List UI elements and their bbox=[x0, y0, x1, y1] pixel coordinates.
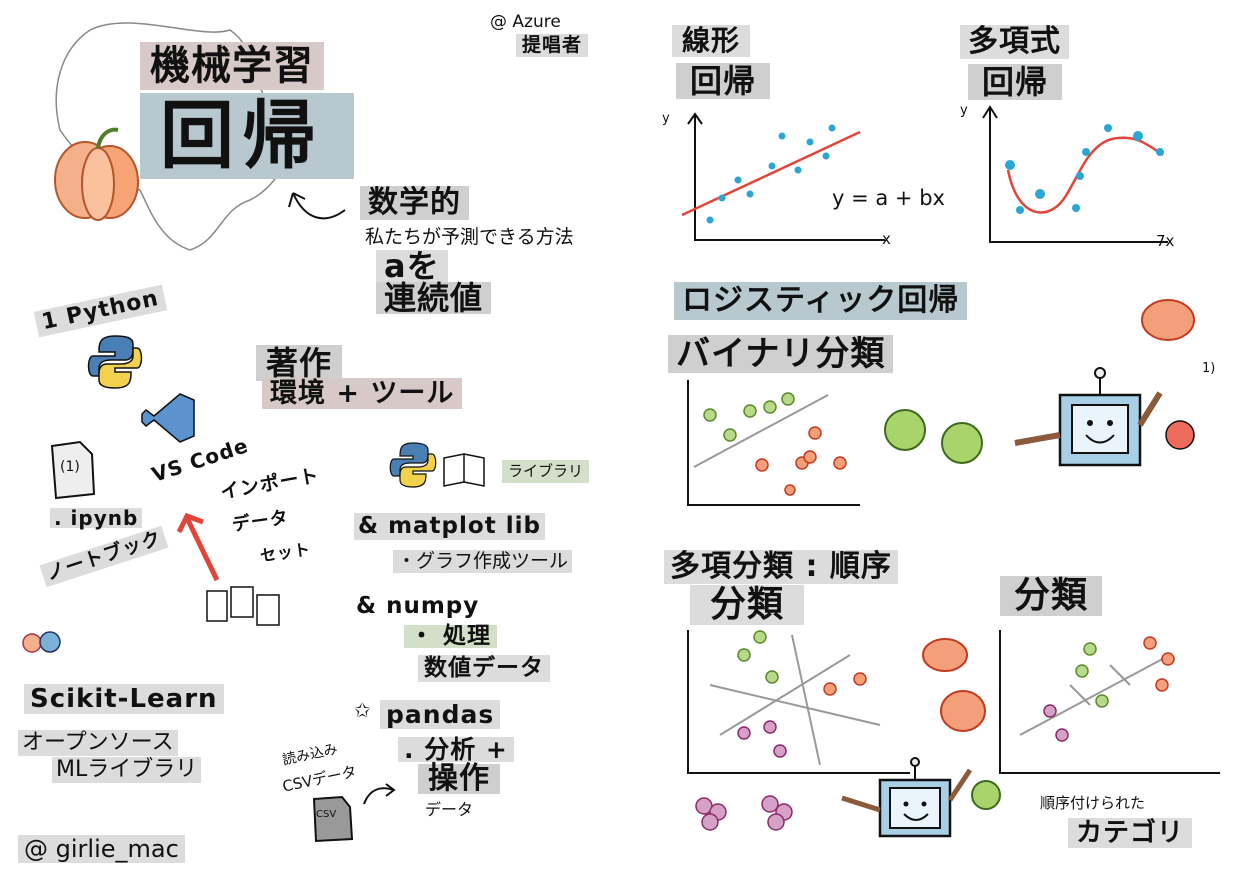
environment-title: 著作 bbox=[256, 345, 343, 381]
up-arrow-icon bbox=[176, 512, 220, 582]
numpy-label: & numpy bbox=[356, 593, 480, 619]
linear-title1: 線形 bbox=[672, 25, 751, 57]
linear-axis-y: y bbox=[662, 111, 670, 126]
ordinal-label1: 順序付けられた bbox=[1040, 794, 1146, 812]
linear-axis-x: x bbox=[882, 230, 891, 248]
polynomial-title1: 多項式 bbox=[960, 25, 1069, 59]
polynomial-axis-x: 7x bbox=[1156, 232, 1175, 250]
multiclass-title: 多項分類 : 順序 bbox=[664, 550, 898, 584]
definition-line3: aを bbox=[376, 250, 448, 282]
robot-icon bbox=[1014, 367, 1195, 467]
book-icon bbox=[443, 453, 485, 487]
pumpkin-small-icon bbox=[1141, 299, 1195, 341]
csv-data-label: CSVデータ bbox=[280, 762, 359, 796]
page-title: 回帰 bbox=[140, 93, 354, 179]
page-subtitle: 機械学習 bbox=[140, 42, 324, 90]
star-icon: ✩ bbox=[354, 698, 371, 722]
notebook-label: ノートブック bbox=[39, 525, 169, 588]
azure-credit: @ Azure bbox=[490, 12, 561, 32]
curved-arrow-icon bbox=[363, 783, 396, 805]
apples-illustration bbox=[884, 409, 983, 464]
definition-line1: 数学的 bbox=[360, 186, 469, 220]
logistic-title: ロジスティック回帰 bbox=[674, 282, 968, 320]
notebook-number: (1) bbox=[60, 459, 80, 475]
csv-icon-text: CSV bbox=[316, 809, 337, 820]
logistic-note: 1) bbox=[1202, 361, 1216, 376]
import-line3: セット bbox=[258, 539, 313, 566]
logistic-binary: バイナリ分類 bbox=[668, 335, 894, 373]
definition-line2: 私たちが予測できる方法 bbox=[365, 226, 574, 248]
scikit-logo-icon bbox=[22, 631, 61, 653]
library-python-icon bbox=[389, 442, 437, 488]
polynomial-axis-y: y bbox=[960, 103, 968, 118]
csv-file-icon bbox=[312, 795, 354, 843]
numpy-description1: ・ 処理 bbox=[404, 625, 498, 648]
ordinal-chart bbox=[999, 630, 1220, 774]
scikit-description2: MLライブラリ bbox=[52, 757, 202, 783]
pandas-label: pandas bbox=[380, 700, 501, 729]
multiclass-subtitle: 分類 bbox=[690, 585, 805, 625]
vscode-logo-icon bbox=[141, 393, 195, 443]
library-label: ライブラリ bbox=[502, 460, 590, 483]
python-label: 1 Python bbox=[33, 284, 168, 338]
matplotlib-label: & matplot lib bbox=[354, 513, 545, 540]
definition-line4: 連続値 bbox=[376, 282, 492, 314]
binary-classification-chart bbox=[687, 380, 860, 506]
pandas-description3: データ bbox=[425, 800, 474, 819]
notebook-extension: . ipynb bbox=[50, 508, 143, 528]
azure-credit-role: 提唱者 bbox=[516, 34, 589, 57]
arrow-icon bbox=[288, 192, 346, 220]
linear-formula: y = a + bx bbox=[832, 186, 945, 210]
polynomial-regression-chart bbox=[982, 105, 1168, 243]
linear-regression-chart bbox=[681, 112, 885, 241]
scikit-learn-label: Scikit-Learn bbox=[24, 684, 224, 714]
import-line2: データ bbox=[230, 507, 291, 536]
pandas-description1: . 分析 + bbox=[398, 737, 514, 762]
matplotlib-description: ・グラフ作成ツール bbox=[393, 550, 573, 573]
import-line1: インポート bbox=[218, 464, 322, 504]
ordinal-label2: カテゴリ bbox=[1068, 818, 1193, 848]
pandas-description2: 操作 bbox=[418, 764, 500, 794]
scikit-description1: オープンソース bbox=[18, 730, 178, 756]
environment-subtitle: 環境 + ツール bbox=[262, 378, 463, 409]
author-credit: @ girlie_mac bbox=[18, 835, 185, 863]
polynomial-title2: 回帰 bbox=[968, 64, 1063, 100]
linear-title2: 回帰 bbox=[676, 63, 771, 99]
ordinal-subtitle: 分類 bbox=[1000, 576, 1103, 616]
grapes-illustration bbox=[695, 795, 793, 831]
pumpkins-stack-illustration bbox=[922, 638, 986, 732]
apple-small-illustration bbox=[971, 780, 1001, 810]
dataset-pages-icon bbox=[206, 586, 280, 626]
python-logo-icon bbox=[87, 335, 143, 389]
numpy-description2: 数値データ bbox=[418, 655, 550, 682]
csv-read-label: 読み込み bbox=[280, 741, 340, 769]
